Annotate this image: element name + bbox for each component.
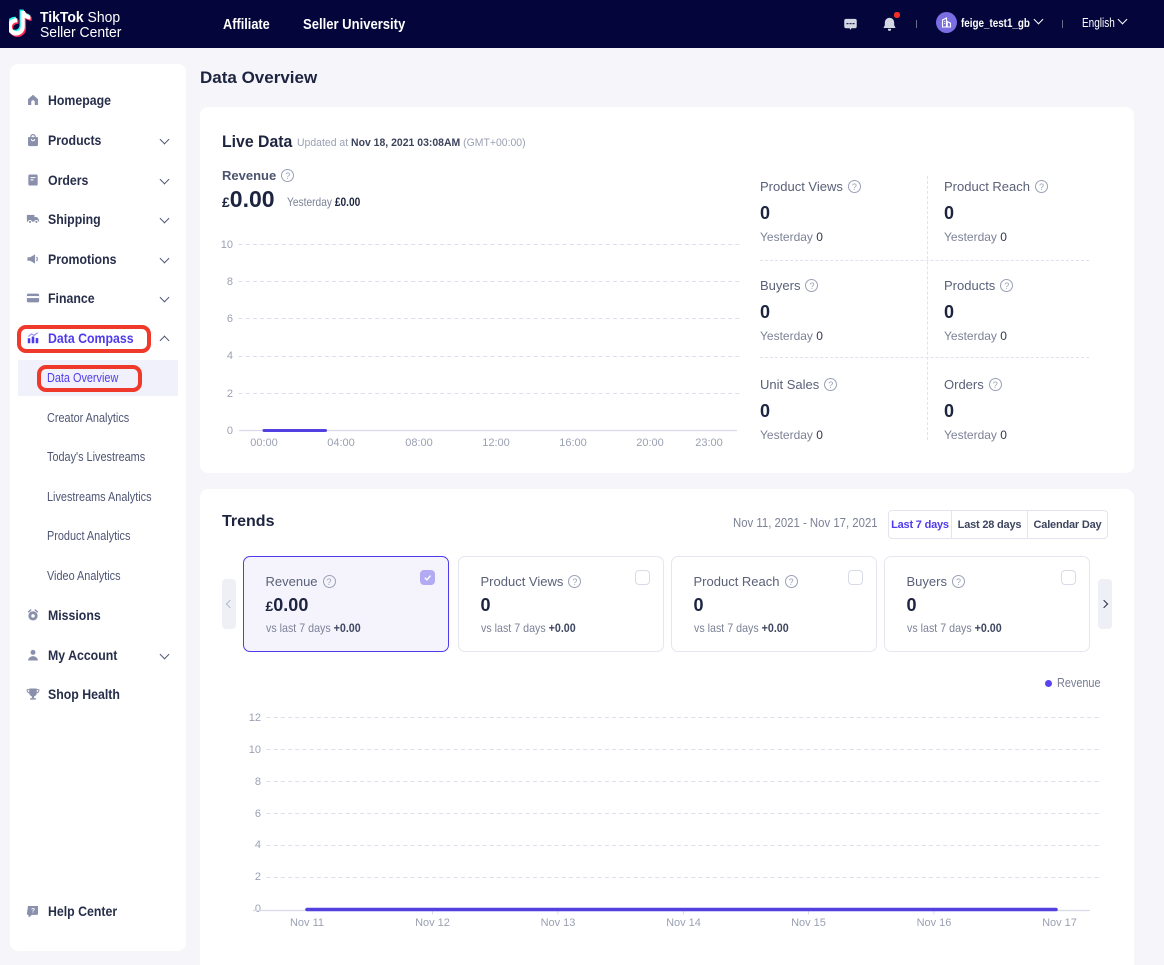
svg-text:6: 6	[227, 313, 233, 325]
svg-text:4: 4	[227, 350, 233, 362]
svg-text:12:00: 12:00	[482, 437, 510, 449]
svg-text:16:00: 16:00	[559, 437, 587, 449]
svg-text:Nov 15: Nov 15	[791, 917, 826, 929]
svg-text:2: 2	[255, 871, 261, 883]
svg-text:20:00: 20:00	[636, 437, 664, 449]
svg-text:6: 6	[255, 808, 261, 820]
svg-text:00:00: 00:00	[250, 437, 278, 449]
svg-text:Nov 14: Nov 14	[666, 917, 701, 929]
svg-text:10: 10	[221, 239, 233, 251]
svg-text:12: 12	[249, 712, 261, 724]
svg-text:Nov 11: Nov 11	[290, 917, 324, 929]
svg-text:0: 0	[227, 425, 233, 437]
svg-text:Nov 13: Nov 13	[541, 917, 576, 929]
svg-text:23:00: 23:00	[695, 437, 723, 449]
svg-text:8: 8	[255, 776, 261, 788]
svg-text:08:00: 08:00	[405, 437, 433, 449]
svg-text:Nov 16: Nov 16	[917, 917, 952, 929]
svg-text:4: 4	[255, 839, 261, 851]
svg-text:Nov 17: Nov 17	[1042, 917, 1077, 929]
svg-text:04:00: 04:00	[327, 437, 355, 449]
svg-text:0: 0	[255, 903, 261, 915]
svg-text:10: 10	[249, 744, 261, 756]
svg-text:Nov 12: Nov 12	[415, 917, 450, 929]
svg-text:8: 8	[227, 276, 233, 288]
svg-text:?: ?	[31, 907, 35, 914]
svg-text:2: 2	[227, 388, 233, 400]
